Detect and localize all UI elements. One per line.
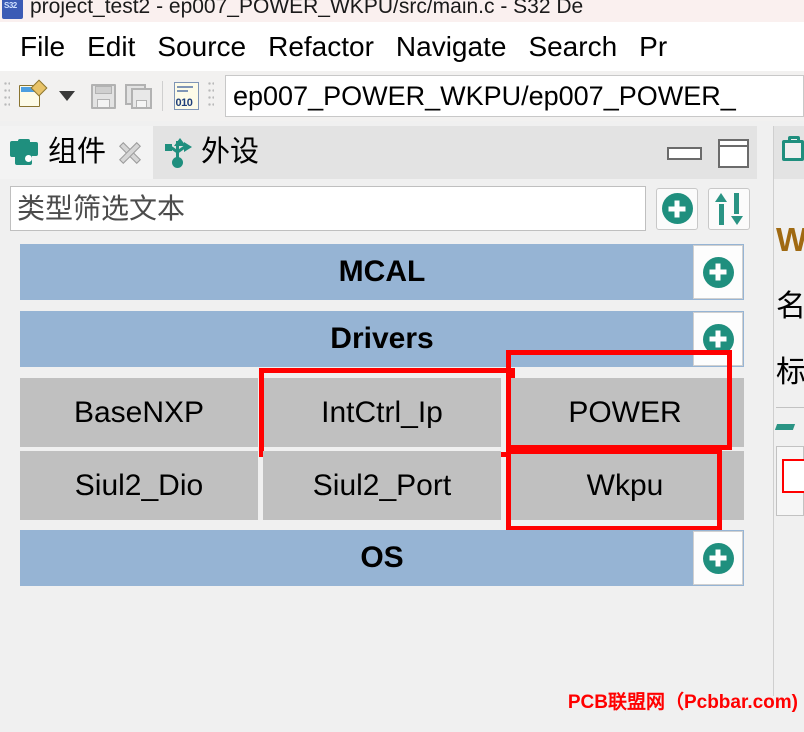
menu-item-project[interactable]: Pr — [628, 32, 678, 61]
toolbar-separator — [162, 81, 163, 111]
view-window-buttons — [667, 139, 749, 168]
s32-design-studio-icon — [2, 0, 23, 19]
component-tile-label: IntCtrl_Ip — [321, 395, 443, 429]
right-panel-tab[interactable] — [774, 126, 804, 179]
type-filter-placeholder: 类型筛选文本 — [17, 192, 186, 224]
save-button[interactable] — [85, 78, 121, 114]
breadcrumb-path-value: ep007_POWER_WKPU/ep007_POWER_ — [233, 80, 736, 111]
right-panel-divider — [776, 407, 804, 408]
components-view-tabstrip: 组件 外设 — [0, 126, 757, 179]
group-add-button-drivers[interactable] — [693, 312, 743, 366]
menu-item-refactor[interactable]: Refactor — [257, 32, 385, 61]
type-filter-input[interactable]: 类型筛选文本 — [10, 186, 646, 231]
component-tile-intctrl-ip[interactable]: IntCtrl_Ip — [259, 368, 515, 457]
components-tree: MCAL Drivers BaseNXP IntCtrl_Ip POWER Si… — [20, 244, 744, 597]
component-tile-label: Siul2_Port — [312, 468, 452, 502]
chevron-icon[interactable] — [774, 424, 796, 430]
application-window: project_test2 - ep007_POWER_WKPU/src/mai… — [0, 0, 804, 732]
component-tile-siul2-dio[interactable]: Siul2_Dio — [20, 451, 258, 520]
component-tile-power[interactable]: POWER — [506, 350, 744, 450]
hex-editor-icon-label: 010 — [175, 97, 193, 109]
plus-circle-icon — [702, 323, 734, 355]
window-title-bar: project_test2 - ep007_POWER_WKPU/src/mai… — [0, 0, 804, 22]
toolbar-grip[interactable] — [4, 82, 10, 110]
watermark: PCB联盟网（Pcbbar.com) — [567, 692, 798, 713]
main-toolbar: 010 ep007_POWER_WKPU/ep007_POWER_ — [0, 71, 804, 121]
new-file-button[interactable] — [13, 78, 49, 114]
right-panel: W 名 标 — [773, 126, 804, 696]
new-file-dropdown-button[interactable] — [49, 78, 85, 114]
menu-bar: File Edit Source Refactor Navigate Searc… — [0, 22, 804, 71]
tab-peripherals-label: 外设 — [201, 136, 260, 168]
right-panel-highlighted-field[interactable] — [782, 459, 804, 493]
add-component-button[interactable] — [656, 187, 698, 230]
filter-row: 类型筛选文本 — [10, 186, 750, 231]
menu-item-source[interactable]: Source — [146, 32, 257, 61]
minimize-icon[interactable] — [667, 147, 702, 160]
right-panel-body: W 名 标 — [774, 179, 804, 516]
group-header-mcal-label: MCAL — [338, 255, 426, 288]
sort-button[interactable] — [708, 187, 750, 230]
breadcrumb-path-field[interactable]: ep007_POWER_WKPU/ep007_POWER_ — [225, 75, 804, 117]
component-tile-label: POWER — [568, 395, 682, 429]
tab-components[interactable]: 组件 — [0, 126, 154, 179]
close-icon[interactable] — [119, 142, 141, 164]
component-tile-label: Siul2_Dio — [74, 468, 204, 502]
save-icon — [90, 83, 116, 109]
hex-editor-button[interactable]: 010 — [168, 78, 204, 114]
group-header-drivers[interactable]: Drivers — [20, 311, 744, 367]
toolbar-grip-2[interactable] — [208, 82, 214, 110]
sort-arrows-icon — [714, 192, 744, 225]
components-icon — [10, 138, 40, 167]
plus-circle-icon — [661, 193, 693, 224]
component-tile-wkpu[interactable]: Wkpu — [506, 449, 744, 531]
tab-components-label: 组件 — [48, 136, 107, 168]
clipboard-icon — [782, 136, 804, 162]
right-panel-heading: W — [776, 221, 804, 259]
menu-item-navigate[interactable]: Navigate — [385, 32, 518, 61]
maximize-icon[interactable] — [718, 139, 749, 168]
drivers-component-grid: BaseNXP IntCtrl_Ip POWER Siul2_Dio Siul2… — [20, 350, 744, 531]
new-file-icon — [18, 79, 48, 109]
group-header-os-label: OS — [360, 541, 404, 574]
component-tile-siul2-port[interactable]: Siul2_Port — [263, 451, 501, 520]
menu-item-search[interactable]: Search — [517, 32, 628, 61]
save-all-icon — [125, 83, 153, 109]
component-tile-label: BaseNXP — [73, 395, 205, 429]
right-panel-line-1: 名 — [776, 290, 804, 323]
right-panel-field-group[interactable] — [776, 446, 804, 516]
window-title: project_test2 - ep007_POWER_WKPU/src/mai… — [30, 0, 584, 18]
group-add-button-os[interactable] — [693, 531, 743, 585]
components-view: 组件 外设 类型筛选文本 MCAL Drivers BaseNXP IntCtr… — [0, 126, 757, 696]
tab-peripherals[interactable]: 外设 — [153, 126, 271, 179]
save-all-button[interactable] — [121, 78, 157, 114]
component-tile-basenxp[interactable]: BaseNXP — [20, 378, 258, 447]
usb-peripherals-icon — [163, 137, 193, 168]
group-header-drivers-label: Drivers — [330, 322, 434, 355]
component-tile-label: Wkpu — [586, 468, 664, 502]
plus-circle-icon — [702, 256, 734, 288]
menu-item-edit[interactable]: Edit — [76, 32, 146, 61]
group-header-mcal[interactable]: MCAL — [20, 244, 744, 300]
chevron-down-icon — [59, 91, 75, 101]
group-header-os[interactable]: OS — [20, 530, 744, 586]
right-panel-line-2: 标 — [776, 356, 804, 389]
hex-editor-icon: 010 — [173, 82, 199, 110]
menu-item-file[interactable]: File — [9, 32, 76, 61]
group-add-button-mcal[interactable] — [693, 245, 743, 299]
plus-circle-icon — [702, 542, 734, 574]
